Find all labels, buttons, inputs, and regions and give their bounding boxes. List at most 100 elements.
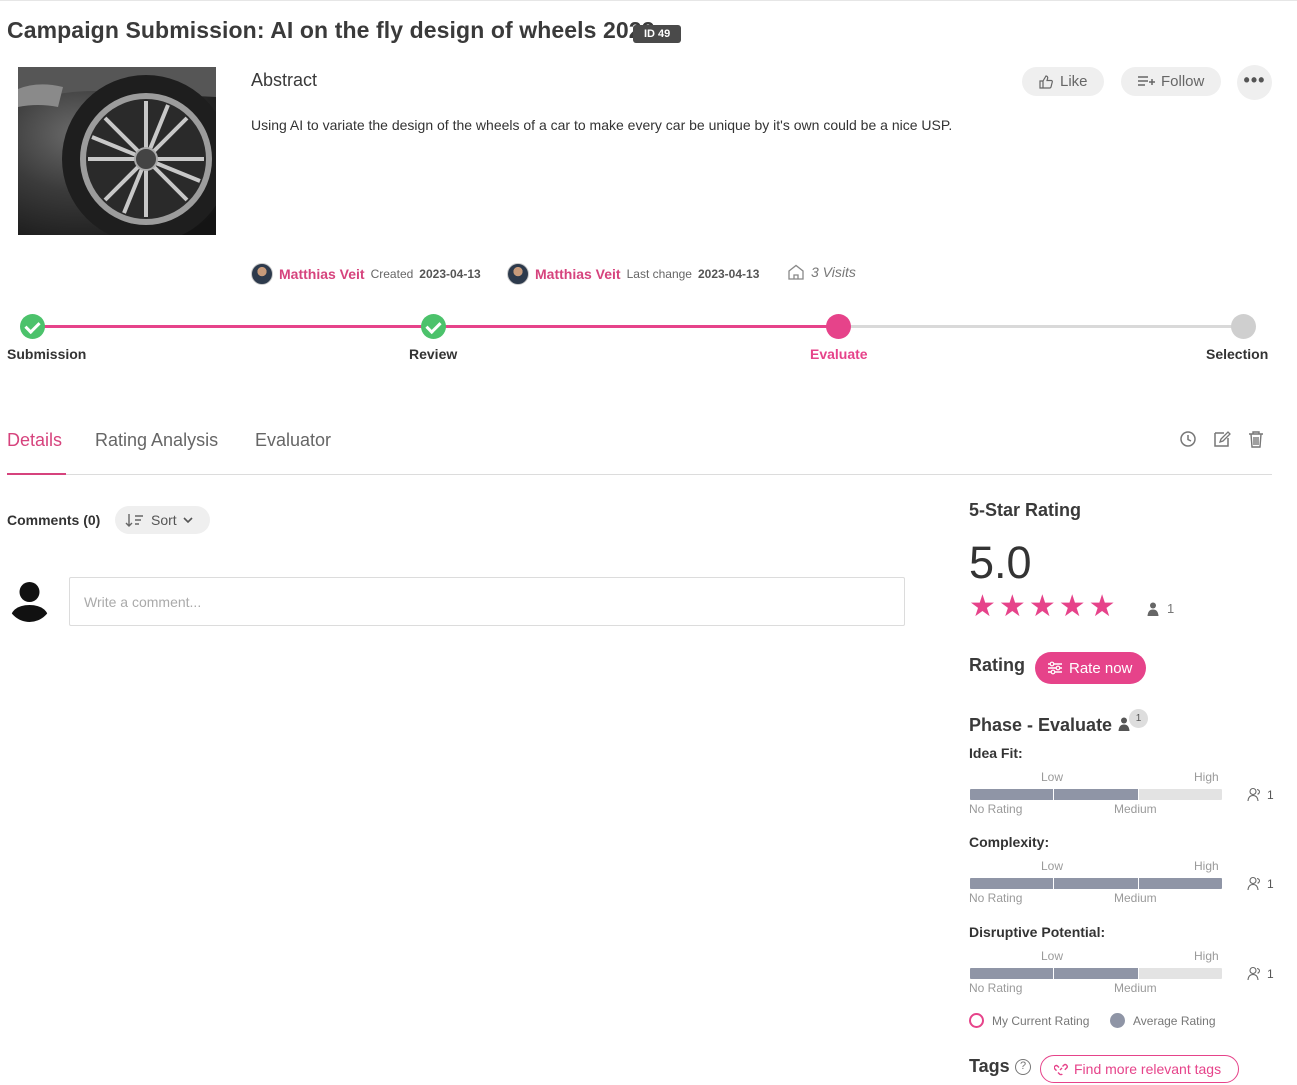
scale-no-rating-label: No Rating <box>969 802 1023 816</box>
scale-high-label: High <box>1194 949 1219 963</box>
average-rating-fill <box>970 968 1139 979</box>
scale-tick <box>1138 789 1139 800</box>
edit-icon[interactable] <box>1213 430 1231 448</box>
rate-now-button[interactable]: Rate now <box>1035 652 1146 684</box>
visits-text: 3 Visits <box>811 264 856 280</box>
criterion-rater-count-value: 1 <box>1267 787 1274 802</box>
step-evaluate-label: Evaluate <box>810 346 868 362</box>
house-icon <box>788 264 804 280</box>
criterion-rater-count: 1 <box>1247 876 1274 891</box>
comment-input[interactable] <box>69 577 905 626</box>
current-rating-swatch <box>969 1013 984 1028</box>
star-icon: ★ <box>969 590 996 623</box>
scale-medium-label: Medium <box>1114 891 1157 905</box>
created-meta: Matthias Veit Created 2023-04-13 <box>251 263 481 285</box>
person-outline-icon <box>1247 966 1261 981</box>
chevron-down-icon <box>183 517 193 524</box>
progress-line-2 <box>433 325 838 328</box>
scale-low-label: Low <box>1041 770 1064 784</box>
last-change-date: 2023-04-13 <box>697 267 760 281</box>
rate-now-label: Rate now <box>1069 659 1133 677</box>
criterion-rating-bar[interactable] <box>970 878 1222 889</box>
thumbs-up-icon <box>1039 74 1053 89</box>
legend-average: Average Rating <box>1110 1013 1216 1028</box>
person-outline-icon <box>1247 876 1261 891</box>
follow-list-icon <box>1138 75 1155 86</box>
scale-high-label: High <box>1194 770 1219 784</box>
scale-tick <box>1138 878 1139 889</box>
abstract-heading: Abstract <box>251 70 318 90</box>
follow-label: Follow <box>1161 73 1205 90</box>
tabs-divider <box>7 474 1272 475</box>
progress-line-1 <box>32 325 433 328</box>
sliders-icon <box>1048 661 1062 675</box>
active-tab-indicator <box>7 473 66 475</box>
hub-shape <box>134 147 158 171</box>
scale-no-rating-label: No Rating <box>969 891 1023 905</box>
submission-image[interactable] <box>18 67 216 235</box>
star-row: ★ ★ ★ ★ ★ <box>969 592 1116 622</box>
link-icon <box>1054 1063 1068 1076</box>
scale-tick <box>1053 968 1054 979</box>
scale-tick <box>1053 878 1054 889</box>
created-date: 2023-04-13 <box>419 267 481 281</box>
scale-low-label: Low <box>1041 859 1064 873</box>
scale-tick <box>1138 968 1139 979</box>
legend-current: My Current Rating <box>969 1013 1089 1028</box>
creator-name-link[interactable]: Matthias Veit <box>279 266 365 282</box>
editor-avatar[interactable] <box>507 263 529 285</box>
find-tags-label: Find more relevant tags <box>1074 1061 1222 1077</box>
headlight-shape <box>18 84 63 107</box>
criterion-rating-bar[interactable] <box>970 789 1222 800</box>
step-submission-label: Submission <box>7 346 87 362</box>
criterion-rater-count: 1 <box>1247 966 1274 981</box>
step-selection-dot <box>1231 314 1256 339</box>
step-evaluate-dot <box>826 314 851 339</box>
step-review-check-icon <box>421 314 446 339</box>
criterion-rating-bar[interactable] <box>970 968 1222 979</box>
abstract-text: Using AI to variate the design of the wh… <box>251 117 953 133</box>
creator-avatar[interactable] <box>251 263 273 285</box>
star-icon: ★ <box>998 590 1026 623</box>
average-rating-value: 5.0 <box>969 537 1032 588</box>
scale-no-rating-label: No Rating <box>969 981 1023 995</box>
user-avatar-icon <box>7 577 52 622</box>
tab-evaluator[interactable]: Evaluator <box>255 430 331 451</box>
history-icon[interactable] <box>1179 430 1197 448</box>
step-selection-label: Selection <box>1206 346 1269 362</box>
id-badge: ID 49 <box>633 25 682 43</box>
criterion-label: Complexity: <box>969 834 1050 850</box>
last-change-label: Last change <box>626 267 692 281</box>
criterion-rater-count: 1 <box>1247 787 1274 802</box>
help-icon[interactable]: ? <box>1015 1059 1031 1075</box>
progress-line-3 <box>838 325 1243 328</box>
sort-button[interactable]: Sort <box>115 506 210 534</box>
legend-current-label: My Current Rating <box>992 1013 1090 1028</box>
star-icon: ★ <box>1088 590 1116 623</box>
more-options-button[interactable]: ••• <box>1237 65 1272 100</box>
star-rater-count: 1 <box>1147 601 1174 616</box>
trash-icon[interactable] <box>1247 430 1265 448</box>
find-tags-button[interactable]: Find more relevant tags <box>1040 1055 1239 1083</box>
criterion-label: Disruptive Potential: <box>969 924 1106 940</box>
created-label: Created <box>370 267 414 281</box>
sort-icon <box>125 514 143 527</box>
star-rater-count-value: 1 <box>1167 601 1175 616</box>
criterion-rater-count-value: 1 <box>1267 966 1274 981</box>
scale-low-label: Low <box>1041 949 1064 963</box>
comments-count-label: Comments (0) <box>7 512 101 528</box>
rating-heading: Rating <box>969 655 1025 675</box>
scale-medium-label: Medium <box>1114 981 1157 995</box>
step-review-label: Review <box>409 346 458 362</box>
scale-tick <box>1053 789 1054 800</box>
last-change-meta: Matthias Veit Last change 2023-04-13 <box>507 263 759 285</box>
top-divider <box>0 0 1297 1</box>
like-button[interactable]: Like <box>1022 67 1104 96</box>
legend-average-label: Average Rating <box>1133 1013 1216 1028</box>
tab-rating-analysis[interactable]: Rating Analysis <box>95 430 218 451</box>
follow-button[interactable]: Follow <box>1121 67 1221 96</box>
editor-name-link[interactable]: Matthias Veit <box>535 266 621 282</box>
scale-high-label: High <box>1194 859 1219 873</box>
tab-details[interactable]: Details <box>7 430 62 451</box>
wheel-illustration <box>18 67 216 235</box>
